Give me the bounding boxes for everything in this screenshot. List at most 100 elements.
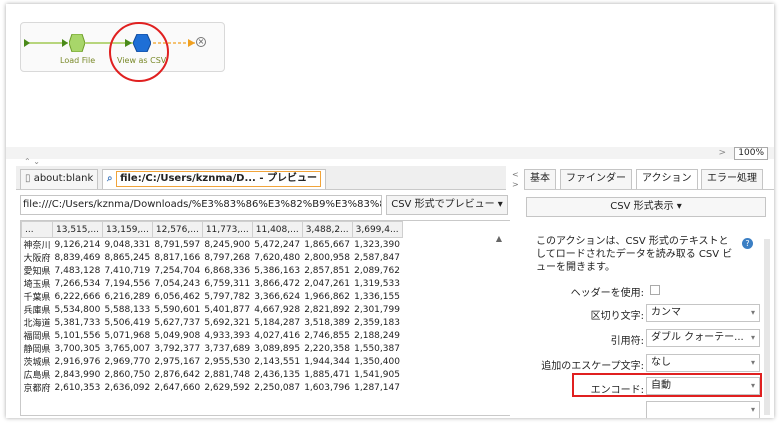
delimiter-select[interactable]: カンマ ▾ bbox=[646, 304, 760, 322]
encode-select[interactable]: 自動 ▾ bbox=[646, 377, 760, 395]
splitter-arrows[interactable]: < > bbox=[512, 170, 519, 190]
tab-about-blank[interactable]: ▯ about:blank bbox=[20, 169, 99, 189]
table-cell: 8,865,245 bbox=[104, 252, 151, 263]
column-header[interactable]: 13,159,... bbox=[101, 221, 153, 238]
grid-header-row: ... 13,515,... 13,159,... 12,576,... 11,… bbox=[21, 221, 403, 238]
tab-finder[interactable]: ファインダー bbox=[560, 169, 632, 189]
load-file-node[interactable] bbox=[68, 33, 86, 53]
table-cell: 2,250,087 bbox=[254, 382, 301, 393]
search-icon: ⌕ bbox=[107, 173, 113, 184]
tab-action[interactable]: アクション bbox=[636, 169, 698, 189]
table-cell: 3,089,895 bbox=[254, 343, 301, 354]
table-cell: 9,048,331 bbox=[104, 239, 151, 250]
table-row[interactable]: 福岡県 5,101,556 5,071,968 5,049,908 4,933,393 4… bbox=[22, 329, 403, 343]
table-cell: 2,800,958 bbox=[304, 252, 351, 263]
table-cell: 2,436,135 bbox=[254, 369, 301, 380]
chevron-down-icon: ▾ bbox=[750, 308, 755, 317]
table-cell: 2,955,530 bbox=[204, 356, 251, 367]
column-header[interactable]: 11,773,... bbox=[201, 221, 253, 238]
quote-select[interactable]: ダブル クォーテー... ▾ bbox=[646, 329, 760, 347]
table-cell: 9,126,214 bbox=[54, 239, 101, 250]
table-cell: 1,350,400 bbox=[354, 356, 400, 367]
table-row[interactable]: 茨城県 2,916,976 2,969,770 2,975,167 2,955,530 2… bbox=[22, 355, 403, 369]
table-cell: 7,483,128 bbox=[54, 265, 101, 276]
table-row[interactable]: 京都府 2,610,353 2,636,092 2,647,660 2,629,592 2… bbox=[22, 381, 403, 395]
table-cell: 2,876,642 bbox=[154, 369, 201, 380]
table-cell: 2,220,358 bbox=[304, 343, 351, 354]
table-cell: 1,550,387 bbox=[354, 343, 400, 354]
table-row[interactable]: 千葉県 6,222,666 6,216,289 6,056,462 5,797,782 3… bbox=[22, 290, 403, 304]
panel-scrollbar[interactable] bbox=[764, 239, 770, 415]
collapse-icon[interactable]: ⌃ ⌄ bbox=[24, 157, 40, 166]
table-cell: 2,916,976 bbox=[54, 356, 101, 367]
table-cell: 4,933,393 bbox=[204, 330, 251, 341]
table-cell: 3,366,624 bbox=[254, 291, 301, 302]
table-row[interactable]: 静岡県 3,700,305 3,765,007 3,792,377 3,737,689 3… bbox=[22, 342, 403, 356]
column-header[interactable]: ... bbox=[21, 221, 54, 238]
table-row[interactable]: 愛知県 7,483,128 7,410,719 7,254,704 6,868,336 5… bbox=[22, 264, 403, 278]
table-cell: 埼玉県 bbox=[23, 280, 51, 290]
table-row[interactable]: 兵庫県 5,534,800 5,588,133 5,590,601 5,401,877 4… bbox=[22, 303, 403, 317]
table-cell: 2,969,770 bbox=[104, 356, 151, 367]
table-cell: 2,636,092 bbox=[104, 382, 151, 393]
table-cell: 3,765,007 bbox=[104, 343, 151, 354]
next-select[interactable]: ▾ bbox=[646, 401, 760, 418]
column-header[interactable]: 3,488,2... bbox=[301, 221, 353, 238]
column-header[interactable]: 12,576,... bbox=[151, 221, 203, 238]
chevron-right-icon[interactable]: > bbox=[718, 148, 726, 158]
table-row[interactable]: 神奈川 9,126,214 9,048,331 8,791,597 8,245,900 5… bbox=[22, 238, 403, 252]
csv-display-button[interactable]: CSV 形式表示 ▾ bbox=[526, 197, 766, 217]
table-cell: 5,627,737 bbox=[154, 317, 201, 328]
table-cell: 2,746,855 bbox=[304, 330, 351, 341]
table-cell: 8,839,469 bbox=[54, 252, 101, 263]
end-node-icon: × bbox=[196, 37, 206, 47]
csv-preview-button[interactable]: CSV 形式でプレビュー ▾ bbox=[386, 195, 508, 215]
action-properties: このアクションは、CSV 形式のテキストとしてロードされたデータを読み取る CS… bbox=[524, 221, 774, 418]
zoom-level[interactable]: 100% bbox=[734, 147, 768, 160]
tab-label: about:blank bbox=[33, 173, 94, 184]
grid-scrollbar[interactable]: ▲ bbox=[492, 234, 506, 416]
table-cell: 2,047,261 bbox=[304, 278, 351, 289]
column-header[interactable]: 13,515,... bbox=[52, 221, 103, 238]
table-cell: 5,590,601 bbox=[154, 304, 201, 315]
table-cell: 2,301,799 bbox=[354, 304, 400, 315]
table-cell: 1,966,862 bbox=[304, 291, 351, 302]
tab-error-handling[interactable]: エラー処理 bbox=[701, 169, 763, 189]
table-cell: 6,759,311 bbox=[204, 278, 251, 289]
table-row[interactable]: 埼玉県 7,266,534 7,194,556 7,054,243 6,759,311 3… bbox=[22, 277, 403, 291]
column-header[interactable]: 3,699,4... bbox=[351, 221, 403, 238]
chevron-down-icon: ▾ bbox=[750, 405, 755, 414]
table-cell: 2,587,847 bbox=[354, 252, 400, 263]
escape-select[interactable]: なし ▾ bbox=[646, 354, 760, 372]
table-cell: 1,287,147 bbox=[354, 382, 400, 393]
table-row[interactable]: 北海道 5,381,733 5,506,419 5,627,737 5,692,321 5… bbox=[22, 316, 403, 330]
quote-label: 引用符: bbox=[610, 336, 644, 347]
table-row[interactable]: 広島県 2,843,990 2,860,750 2,876,642 2,881,748 2… bbox=[22, 368, 403, 382]
table-cell: 1,319,533 bbox=[354, 278, 400, 289]
table-cell: 2,881,748 bbox=[204, 369, 251, 380]
table-cell: 3,866,472 bbox=[254, 278, 301, 289]
table-cell: 5,049,908 bbox=[154, 330, 201, 341]
url-input[interactable]: file:///C:/Users/kznma/Downloads/%E3%83%… bbox=[20, 195, 382, 215]
table-cell: 6,056,462 bbox=[154, 291, 201, 302]
tab-preview[interactable]: ⌕ file:/C:/Users/kznma/D... - プレビュー bbox=[102, 169, 326, 189]
browser-tabbar: ▯ about:blank ⌕ file:/C:/Users/kznma/D..… bbox=[16, 166, 506, 190]
table-cell: 6,216,289 bbox=[104, 291, 151, 302]
table-cell: 8,245,900 bbox=[204, 239, 251, 250]
table-cell: 7,620,480 bbox=[254, 252, 301, 263]
table-cell: 3,737,689 bbox=[204, 343, 251, 354]
use-header-checkbox[interactable] bbox=[650, 285, 660, 295]
table-cell: 2,629,592 bbox=[204, 382, 251, 393]
table-cell: 1,541,905 bbox=[354, 369, 400, 380]
help-icon[interactable]: ? bbox=[742, 238, 753, 249]
csv-grid: ... 13,515,... 13,159,... 12,576,... 11,… bbox=[20, 220, 510, 416]
table-cell: 6,868,336 bbox=[204, 265, 251, 276]
delimiter-value: カンマ bbox=[651, 307, 681, 318]
tab-basic[interactable]: 基本 bbox=[524, 169, 556, 189]
table-cell: 8,817,166 bbox=[154, 252, 201, 263]
column-header[interactable]: 11,408,... bbox=[251, 221, 303, 238]
table-row[interactable]: 大阪府 8,839,469 8,865,245 8,817,166 8,797,268 7… bbox=[22, 251, 403, 265]
table-cell: 1,336,155 bbox=[354, 291, 400, 302]
scroll-up-icon[interactable]: ▲ bbox=[492, 234, 506, 243]
table-cell: 2,610,353 bbox=[54, 382, 101, 393]
